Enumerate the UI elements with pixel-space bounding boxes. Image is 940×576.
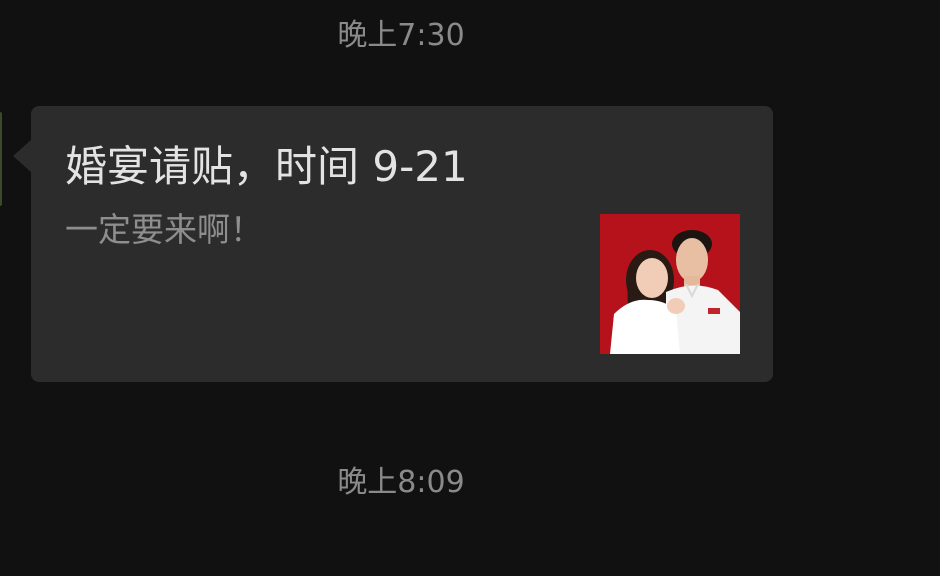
link-card-message[interactable]: 婚宴请贴，时间 9-21 一定要来啊！ bbox=[31, 106, 773, 382]
message-timestamp: 晚上7:30 bbox=[337, 18, 465, 53]
chat-conversation: 晚上7:30 婚宴请贴，时间 9-21 一定要来啊！ 晚上8:09 bbox=[0, 0, 940, 576]
bubble-tail bbox=[13, 140, 31, 172]
card-description: 一定要来啊！ bbox=[65, 210, 263, 249]
wedding-photo-icon bbox=[600, 214, 740, 354]
wedding-photo-thumbnail bbox=[600, 214, 740, 354]
sender-avatar[interactable] bbox=[0, 112, 2, 206]
card-title: 婚宴请贴，时间 9-21 bbox=[65, 142, 468, 191]
message-timestamp: 晚上8:09 bbox=[337, 465, 465, 500]
